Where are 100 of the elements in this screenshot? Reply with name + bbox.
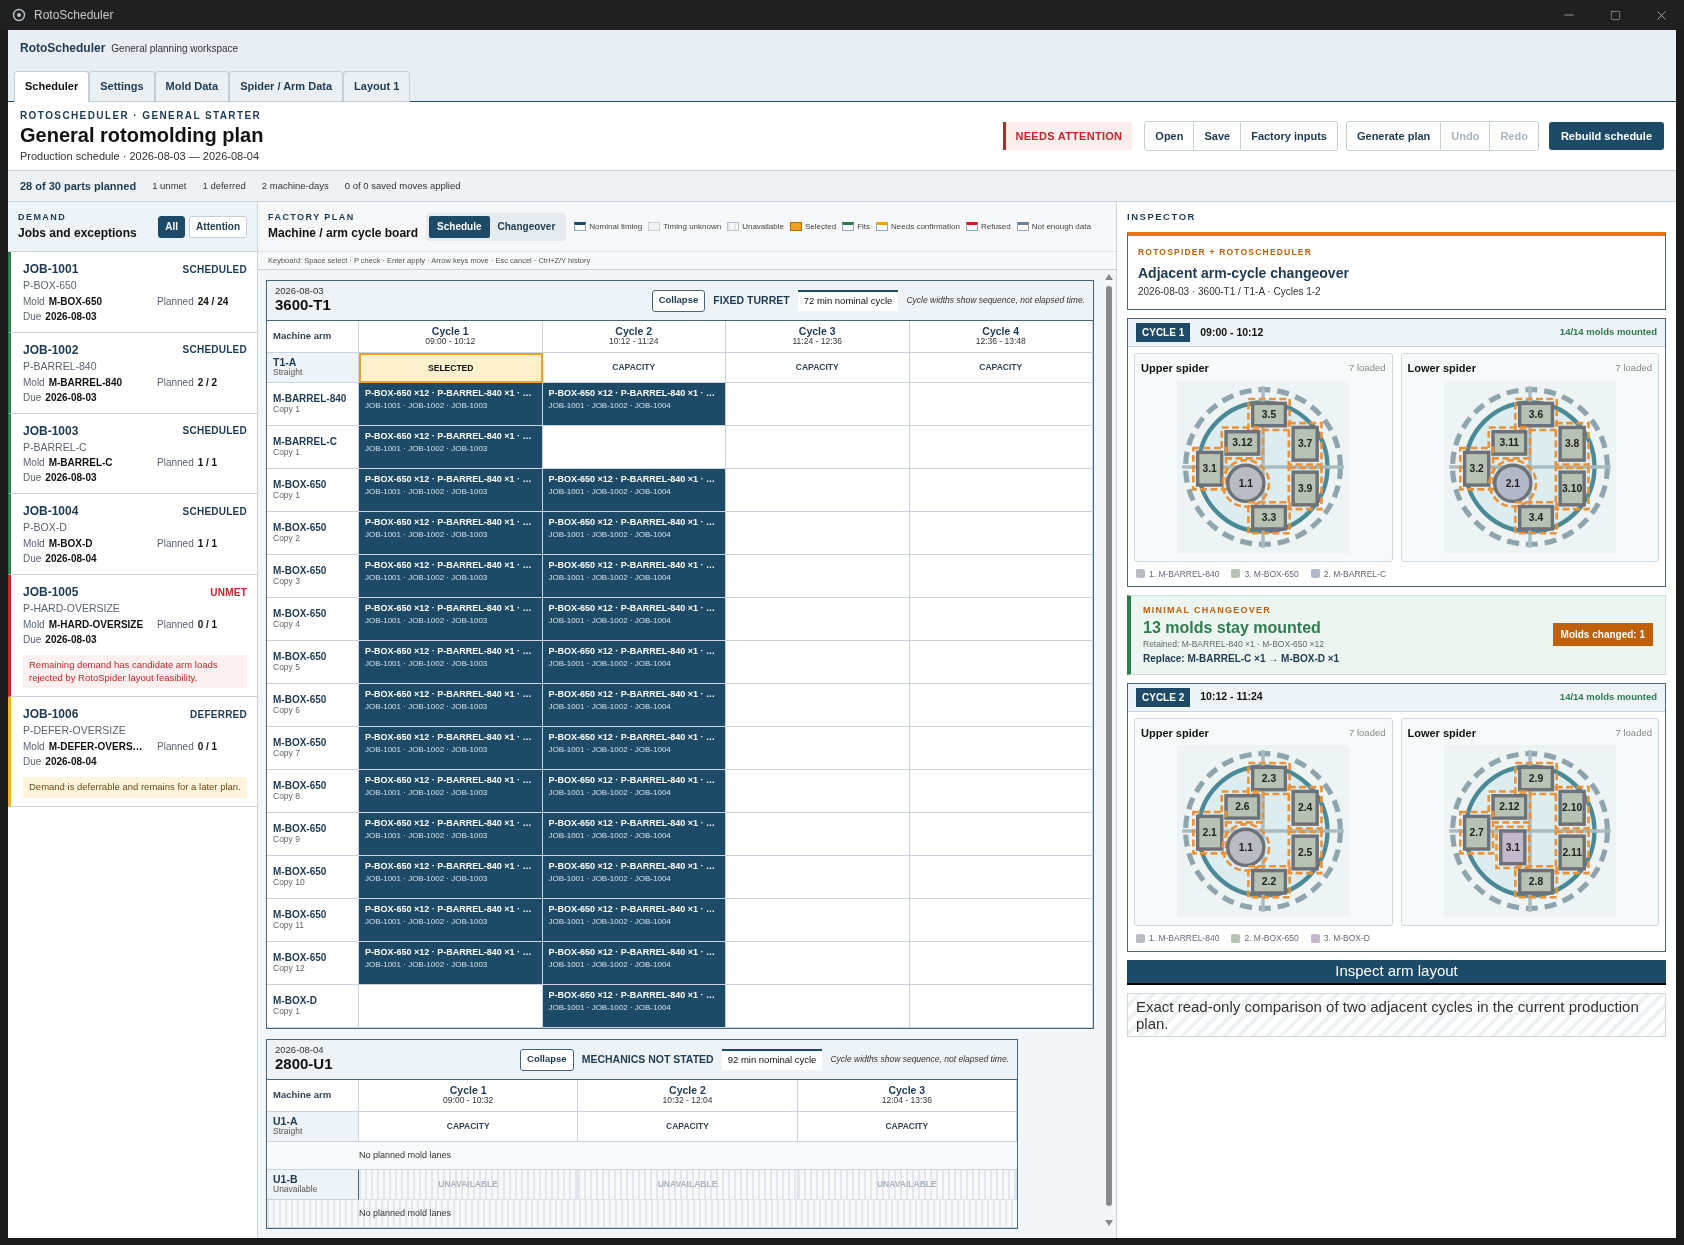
- slot-label: 3.4: [1528, 511, 1543, 523]
- view-toggle[interactable]: Changeover: [489, 215, 564, 238]
- job-card[interactable]: JOB-1005 UNMET P-HARD-OVERSIZE Mold M-HARD-OVERSIZE Planned 0 / 1 Due 2026-08-03 Remaining demand has candidate arm loads rejected by RotoSpider layout feasibility.: [8, 575, 257, 698]
- mold-load-cell[interactable]: P-BOX-650 ×12 · P-BARREL-840 ×1 · … JOB-1001 · JOB-1002 · JOB-1003: [359, 641, 543, 684]
- legend-label: 3. M-BOX-D: [1323, 932, 1370, 945]
- tab[interactable]: Scheduler: [14, 71, 90, 102]
- mold-load-cell[interactable]: P-BOX-650 ×12 · P-BARREL-840 ×1 · … JOB-1001 · JOB-1002 · JOB-1004: [542, 727, 726, 770]
- mold-slot[interactable]: [1247, 761, 1292, 796]
- mounted-count: 14/14 molds mounted: [1559, 325, 1657, 340]
- cycle-header: Cycle 2 10:32 - 12:04: [578, 1080, 798, 1112]
- mold-slot[interactable]: [1287, 466, 1323, 510]
- mold-slot[interactable]: [1287, 830, 1323, 875]
- mold-load-cell[interactable]: P-BOX-650 ×12 · P-BARREL-840 ×1 · … JOB-1001 · JOB-1002 · JOB-1003: [359, 598, 543, 641]
- field-value: M-BOX-650: [48, 294, 103, 309]
- app-name: RotoScheduler: [20, 40, 106, 57]
- rebuild-schedule-button[interactable]: Rebuild schedule: [1548, 122, 1664, 150]
- mold-load-cell[interactable]: P-BOX-650 ×12 · P-BARREL-840 ×1 · … JOB-1001 · JOB-1002 · JOB-1004: [542, 770, 726, 813]
- mold-slot[interactable]: [1247, 500, 1292, 534]
- mold-slot[interactable]: [1554, 421, 1590, 466]
- mold-load-cell[interactable]: P-BOX-650 ×12 · P-BARREL-840 ×1 · … JOB-1001 · JOB-1002 · JOB-1003: [359, 555, 543, 598]
- loaded-count: 7 loaded: [1349, 361, 1386, 376]
- cycle-header: Cycle 3 11:24 - 12:36: [726, 321, 910, 353]
- mold-slot[interactable]: [1192, 810, 1228, 855]
- mold-slot[interactable]: [1513, 864, 1558, 899]
- filter-button[interactable]: Attention: [189, 215, 247, 238]
- mold-slot[interactable]: [1554, 830, 1590, 875]
- mold-load-cell[interactable]: P-BOX-650 ×12 · P-BARREL-840 ×1 · … JOB-1001 · JOB-1002 · JOB-1003: [359, 684, 543, 727]
- legend-label: 2. M-BARREL-C: [1323, 567, 1387, 581]
- mold-load-cell[interactable]: P-BOX-650 ×12 · P-BARREL-840 ×1 · … JOB-1001 · JOB-1002 · JOB-1004: [542, 856, 726, 899]
- mold-slot[interactable]: [1247, 864, 1292, 899]
- toolbar-button[interactable]: Generate plan: [1346, 122, 1441, 150]
- field-label: Planned: [157, 294, 194, 309]
- maximize-icon: [1609, 9, 1621, 21]
- mold-load-cell[interactable]: P-BOX-650 ×12 · P-BARREL-840 ×1 · … JOB-1001 · JOB-1002 · JOB-1003: [359, 899, 543, 942]
- mold-load-cell[interactable]: P-BOX-650 ×12 · P-BARREL-840 ×1 · … JOB-1001 · JOB-1002 · JOB-1004: [542, 684, 726, 727]
- mold-load-cell[interactable]: P-BOX-650 ×12 · P-BARREL-840 ×1 · … JOB-1001 · JOB-1002 · JOB-1003: [359, 426, 543, 469]
- legend-swatch: [790, 222, 802, 231]
- mold-load-cell[interactable]: P-BOX-650 ×12 · P-BARREL-840 ×1 · … JOB-1001 · JOB-1002 · JOB-1004: [542, 813, 726, 856]
- collapse-button[interactable]: Collapse: [651, 289, 706, 312]
- mold-slot[interactable]: [1487, 425, 1532, 460]
- job-card[interactable]: JOB-1006 DEFERRED P-DEFER-OVERSIZE Mold M-DEFER-OVERS… Planned 0 / 1 Due 2026-08-04 Demand is deferrable and remains for a later plan.: [8, 697, 257, 807]
- mold-load-cell[interactable]: P-BOX-650 ×12 · P-BARREL-840 ×1 · … JOB-1001 · JOB-1002 · JOB-1003: [359, 383, 543, 426]
- mold-slot[interactable]: [1487, 790, 1532, 824]
- mold-slot[interactable]: [1458, 446, 1495, 491]
- machine-name: 2800-U1: [275, 1054, 333, 1074]
- mold-load-cell[interactable]: P-BOX-650 ×12 · P-BARREL-840 ×1 · … JOB-1001 · JOB-1002 · JOB-1004: [542, 512, 726, 555]
- loaded-count: 7 loaded: [1615, 361, 1652, 376]
- mold-slot[interactable]: [1287, 785, 1323, 830]
- mold-load-cell[interactable]: P-BOX-650 ×12 · P-BARREL-840 ×1 · … JOB-1001 · JOB-1002 · JOB-1003: [359, 770, 543, 813]
- arm-cell: T1-A Straight: [267, 353, 359, 383]
- filter-button[interactable]: All: [158, 215, 186, 238]
- field-value: 2026-08-04: [45, 755, 97, 770]
- mold-slot[interactable]: [1458, 810, 1495, 855]
- mold-slot[interactable]: [1494, 825, 1531, 870]
- mold-slot[interactable]: [1220, 425, 1265, 460]
- mold-load-cell[interactable]: P-BOX-650 ×12 · P-BARREL-840 ×1 · … JOB-1001 · JOB-1002 · JOB-1003: [359, 942, 543, 985]
- toolbar-button[interactable]: Factory inputs: [1240, 122, 1337, 150]
- mold-load-cell[interactable]: P-BOX-650 ×12 · P-BARREL-840 ×1 · … JOB-1001 · JOB-1002 · JOB-1004: [542, 383, 726, 426]
- job-id: JOB-1005: [23, 584, 79, 601]
- mechanics-label: MECHANICS NOT STATED: [581, 1051, 714, 1067]
- tab[interactable]: Spider / Arm Data: [229, 71, 344, 102]
- view-toggle[interactable]: Schedule: [429, 215, 490, 238]
- cycle-header: Cycle 2 10:12 - 11:24: [542, 321, 726, 353]
- mold-slot[interactable]: [1220, 790, 1265, 824]
- mold-slot[interactable]: [1513, 397, 1558, 431]
- mold-load-cell[interactable]: P-BOX-650 ×12 · P-BARREL-840 ×1 · … JOB-1001 · JOB-1002 · JOB-1004: [542, 985, 726, 1028]
- mold-load-cell[interactable]: P-BOX-650 ×12 · P-BARREL-840 ×1 · … JOB-1001 · JOB-1002 · JOB-1004: [542, 469, 726, 512]
- mold-slot[interactable]: [1554, 466, 1590, 510]
- inspect-arm-layout-button[interactable]: Inspect arm layout: [1127, 959, 1666, 985]
- mold-load-cell[interactable]: P-BOX-650 ×12 · P-BARREL-840 ×1 · … JOB-1001 · JOB-1002 · JOB-1004: [542, 942, 726, 985]
- field-label: Mold: [23, 294, 45, 309]
- mold-load-cell[interactable]: P-BOX-650 ×12 · P-BARREL-840 ×1 · … JOB-1001 · JOB-1002 · JOB-1003: [359, 727, 543, 770]
- job-note: Remaining demand has candidate arm loads rejected by RotoSpider layout feasibility.: [23, 654, 247, 689]
- slot-label: 3.6: [1528, 408, 1543, 420]
- field-value: M-BOX-D: [48, 537, 93, 551]
- mold-slot[interactable]: [1192, 446, 1228, 491]
- slot-label: 2.1: [1202, 827, 1218, 839]
- mold-slot[interactable]: [1554, 785, 1590, 830]
- mold-load-cell[interactable]: P-BOX-650 ×12 · P-BARREL-840 ×1 · … JOB-1001 · JOB-1002 · JOB-1003: [359, 512, 543, 555]
- mold-slot[interactable]: [1287, 421, 1323, 466]
- capacity-cell[interactable]: SELECTED: [359, 353, 543, 383]
- mold-load-cell[interactable]: P-BOX-650 ×12 · P-BARREL-840 ×1 · … JOB-1001 · JOB-1002 · JOB-1004: [542, 555, 726, 598]
- mold-load-cell[interactable]: P-BOX-650 ×12 · P-BARREL-840 ×1 · … JOB-1001 · JOB-1002 · JOB-1004: [542, 598, 726, 641]
- tab[interactable]: Settings: [89, 71, 155, 102]
- mold-load-cell[interactable]: P-BOX-650 ×12 · P-BARREL-840 ×1 · … JOB-1001 · JOB-1002 · JOB-1003: [359, 813, 543, 856]
- legend-label: 1. M-BARREL-840: [1149, 932, 1220, 945]
- collapse-button[interactable]: Collapse: [520, 1048, 574, 1071]
- tab[interactable]: Mold Data: [154, 71, 230, 102]
- mold-slot[interactable]: [1513, 500, 1558, 534]
- mold-load-cell[interactable]: P-BOX-650 ×12 · P-BARREL-840 ×1 · … JOB-1001 · JOB-1002 · JOB-1003: [359, 469, 543, 512]
- field-value: 2 / 2: [197, 375, 218, 390]
- mold-load-cell[interactable]: P-BOX-650 ×12 · P-BARREL-840 ×1 · … JOB-1001 · JOB-1002 · JOB-1004: [542, 641, 726, 684]
- mold-slot[interactable]: [1513, 761, 1558, 796]
- tab[interactable]: Layout 1: [343, 71, 411, 102]
- field-value: 1 / 1: [197, 456, 218, 471]
- mold-load-cell[interactable]: P-BOX-650 ×12 · P-BARREL-840 ×1 · … JOB-1001 · JOB-1002 · JOB-1004: [542, 899, 726, 942]
- toolbar-button[interactable]: Save: [1193, 122, 1241, 150]
- mold-load-cell[interactable]: P-BOX-650 ×12 · P-BARREL-840 ×1 · … JOB-1001 · JOB-1002 · JOB-1003: [359, 856, 543, 899]
- mold-slot[interactable]: [1247, 397, 1292, 431]
- toolbar-button[interactable]: Open: [1145, 122, 1194, 150]
